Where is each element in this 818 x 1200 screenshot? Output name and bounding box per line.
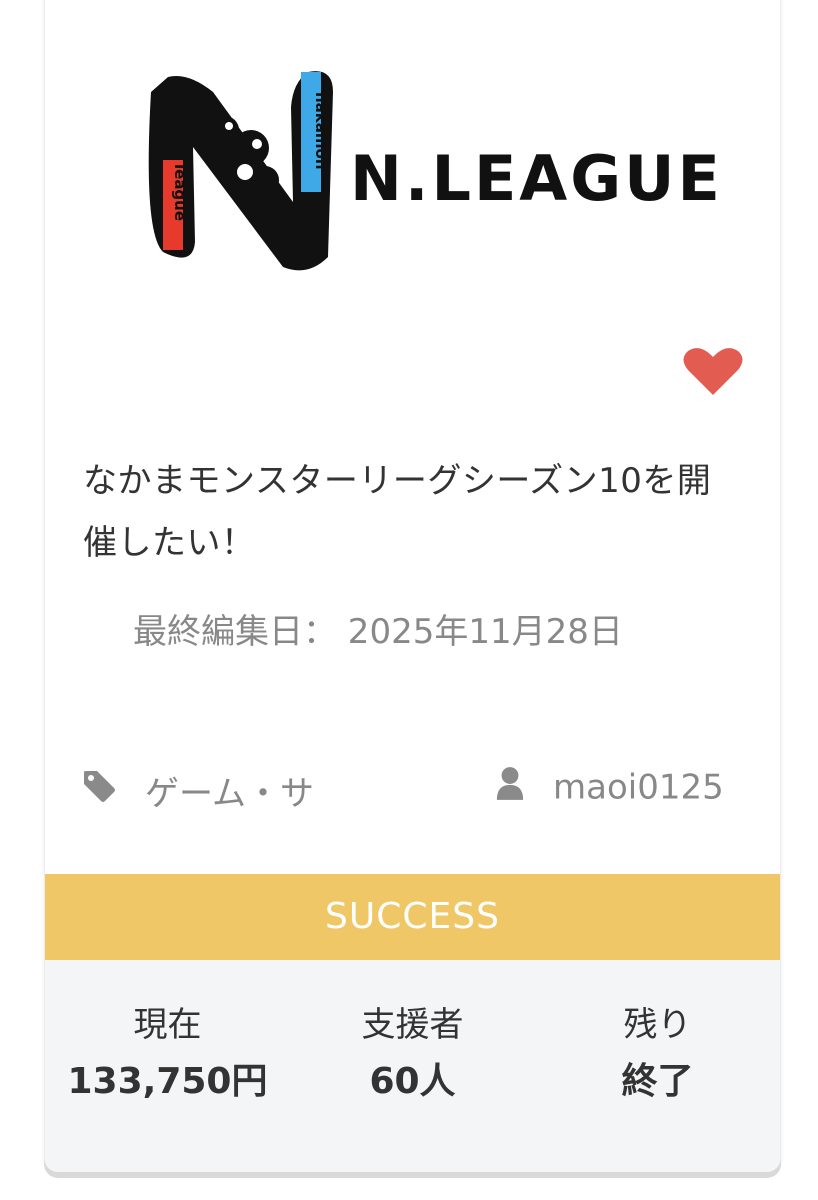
stat-backers-label: 支援者 (361, 1005, 464, 1045)
category[interactable]: ゲーム・サ (81, 766, 314, 815)
project-title[interactable]: なかまモンスターリーグシーズン10を開催したい！ (83, 450, 743, 574)
owner-name: maoi0125 (553, 767, 724, 808)
last-edited-date: 最終編集日： 2025年11月28日 (133, 612, 623, 652)
stat-remaining-label: 残り (623, 1005, 692, 1045)
stat-remaining-value: 終了 (621, 1061, 694, 1102)
project-card[interactable]: nakamon league N.LEAGUE なかまモンスターリーグシーズン1… (44, 0, 781, 1172)
stat-backers: 支援者 60人 (290, 960, 535, 1172)
status-badge: SUCCESS (45, 874, 780, 960)
logo-text: N.LEAGUE (350, 142, 723, 215)
stat-current-value: 133,750円 (67, 1061, 268, 1102)
tag-icon (81, 768, 117, 813)
favorite-button[interactable] (677, 340, 749, 404)
n-league-logo-mark: nakamon league (148, 71, 333, 271)
owner[interactable]: maoi0125 (495, 766, 724, 809)
stats-panel: 現在 133,750円 支援者 60人 残り 終了 (45, 960, 780, 1172)
logo-word-league: league (171, 164, 189, 221)
heart-icon[interactable] (677, 340, 749, 404)
user-icon (495, 766, 525, 809)
stat-current-label: 現在 (133, 1005, 202, 1045)
stat-current: 現在 133,750円 (45, 960, 290, 1172)
logo-word-nakamon: nakamon (312, 92, 330, 170)
stat-backers-value: 60人 (369, 1061, 456, 1102)
category-label: ゲーム・サ (145, 774, 314, 814)
project-image[interactable]: nakamon league N.LEAGUE (45, 0, 780, 400)
stat-remaining: 残り 終了 (535, 960, 780, 1172)
